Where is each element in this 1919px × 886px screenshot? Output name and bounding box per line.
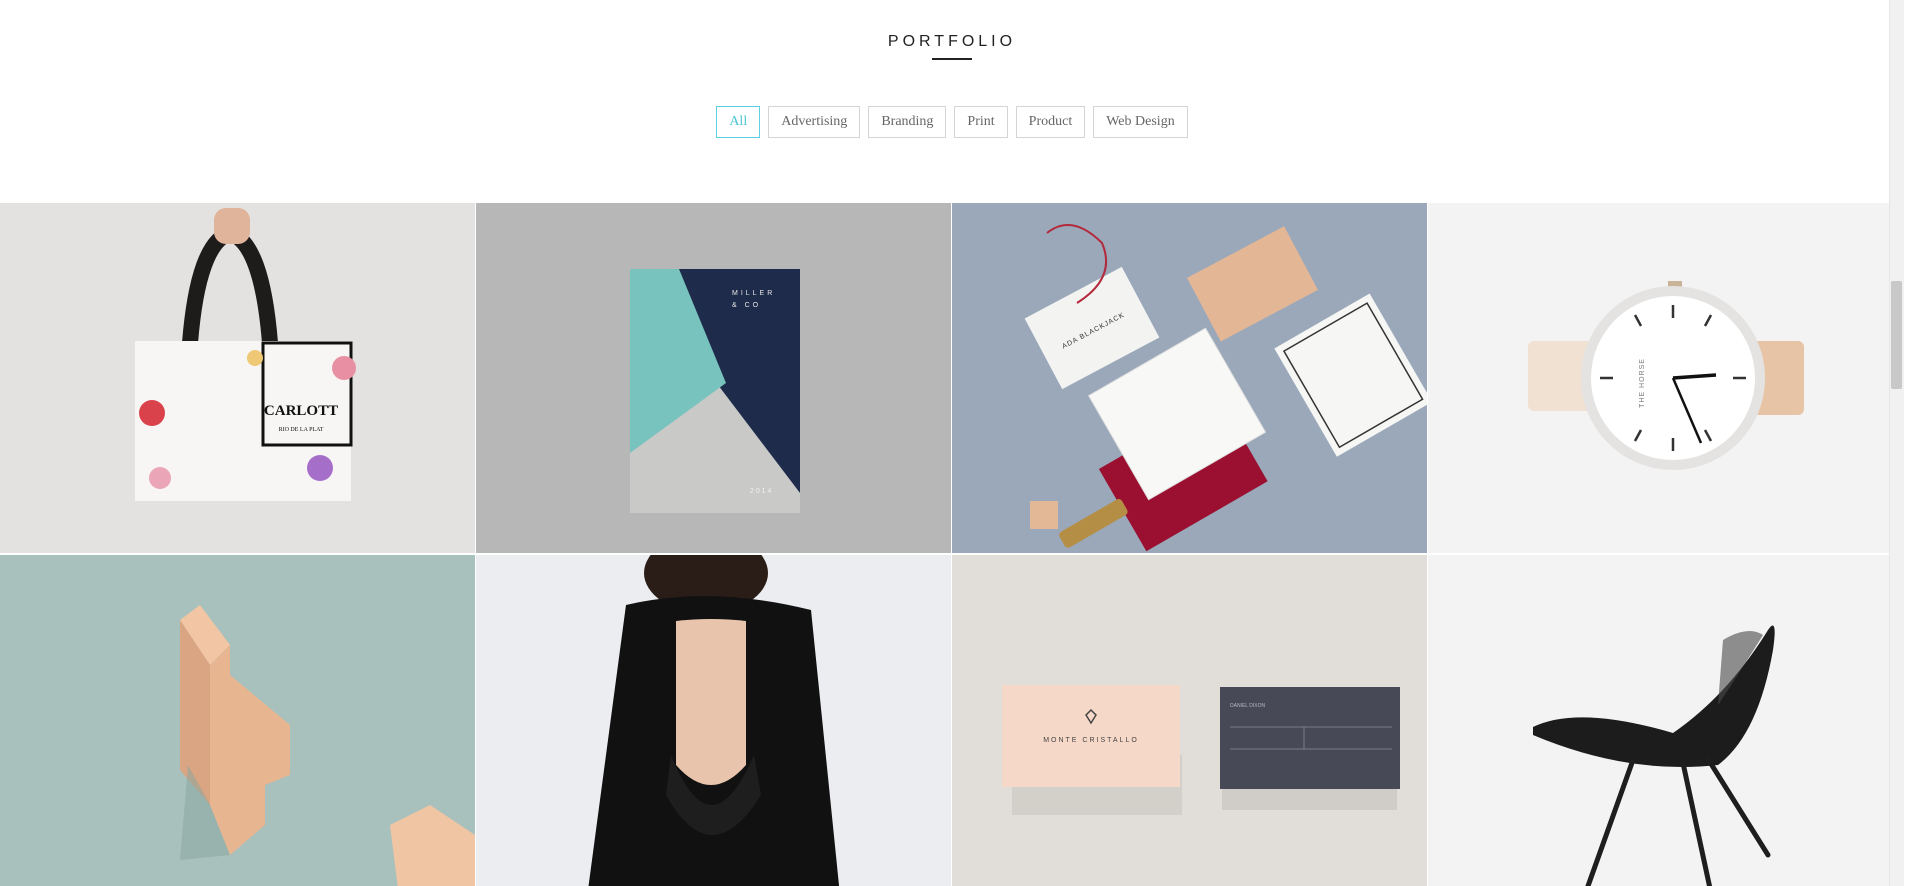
portfolio-item-stationery[interactable]: ADA BLACKJACK	[952, 203, 1427, 553]
brochure-image: MILLER & CO 2 0 1 4	[476, 203, 951, 553]
chair-image	[1428, 555, 1903, 886]
portfolio-grid: CARLOTT RIO DE LA PLAT MILLER & CO 2 0 1…	[0, 203, 1904, 886]
title-underline	[932, 58, 972, 60]
card-name: DANIEL DIXON	[1230, 703, 1265, 709]
portfolio-page: PORTFOLIO All Advertising Branding Print…	[0, 0, 1904, 886]
brochure-brand: MILLER	[732, 290, 775, 297]
brochure-year: 2 0 1 4	[750, 488, 772, 495]
wood-object-image	[0, 555, 475, 886]
portfolio-item-brochure[interactable]: MILLER & CO 2 0 1 4	[476, 203, 951, 553]
filter-all[interactable]: All	[716, 106, 761, 138]
portfolio-filter-bar: All Advertising Branding Print Product W…	[0, 106, 1904, 138]
filter-product[interactable]: Product	[1015, 106, 1086, 138]
filter-branding[interactable]: Branding	[868, 106, 947, 138]
bag-brand-text: CARLOTT	[264, 403, 338, 419]
portfolio-item-business-cards[interactable]: MONTE CRISTALLO DANIEL DIXON	[952, 555, 1427, 886]
card-brand: MONTE CRISTALLO	[1043, 737, 1139, 744]
stationery-image: ADA BLACKJACK	[952, 203, 1427, 553]
filter-advertising[interactable]: Advertising	[768, 106, 861, 138]
watch-image: THE HORSE	[1428, 203, 1903, 553]
portfolio-item-wood-object[interactable]	[0, 555, 475, 886]
shopping-bag-image: CARLOTT RIO DE LA PLAT	[0, 203, 475, 553]
section-title: PORTFOLIO	[887, 33, 1017, 50]
black-dress-image	[476, 555, 951, 886]
portfolio-item-black-dress[interactable]	[476, 555, 951, 886]
portfolio-item-shopping-bag[interactable]: CARLOTT RIO DE LA PLAT	[0, 203, 475, 553]
brochure-brand-line2: & CO	[732, 302, 761, 309]
portfolio-item-watch[interactable]: THE HORSE	[1428, 203, 1903, 553]
filter-print[interactable]: Print	[954, 106, 1008, 138]
bag-subtext: RIO DE LA PLAT	[279, 427, 324, 433]
filter-web-design[interactable]: Web Design	[1093, 106, 1188, 138]
scrollbar-thumb[interactable]	[1891, 281, 1902, 389]
business-cards-image: MONTE CRISTALLO DANIEL DIXON	[952, 555, 1427, 886]
watch-brand: THE HORSE	[1639, 358, 1646, 408]
page-scrollbar[interactable]	[1889, 0, 1904, 886]
portfolio-item-chair[interactable]	[1428, 555, 1903, 886]
